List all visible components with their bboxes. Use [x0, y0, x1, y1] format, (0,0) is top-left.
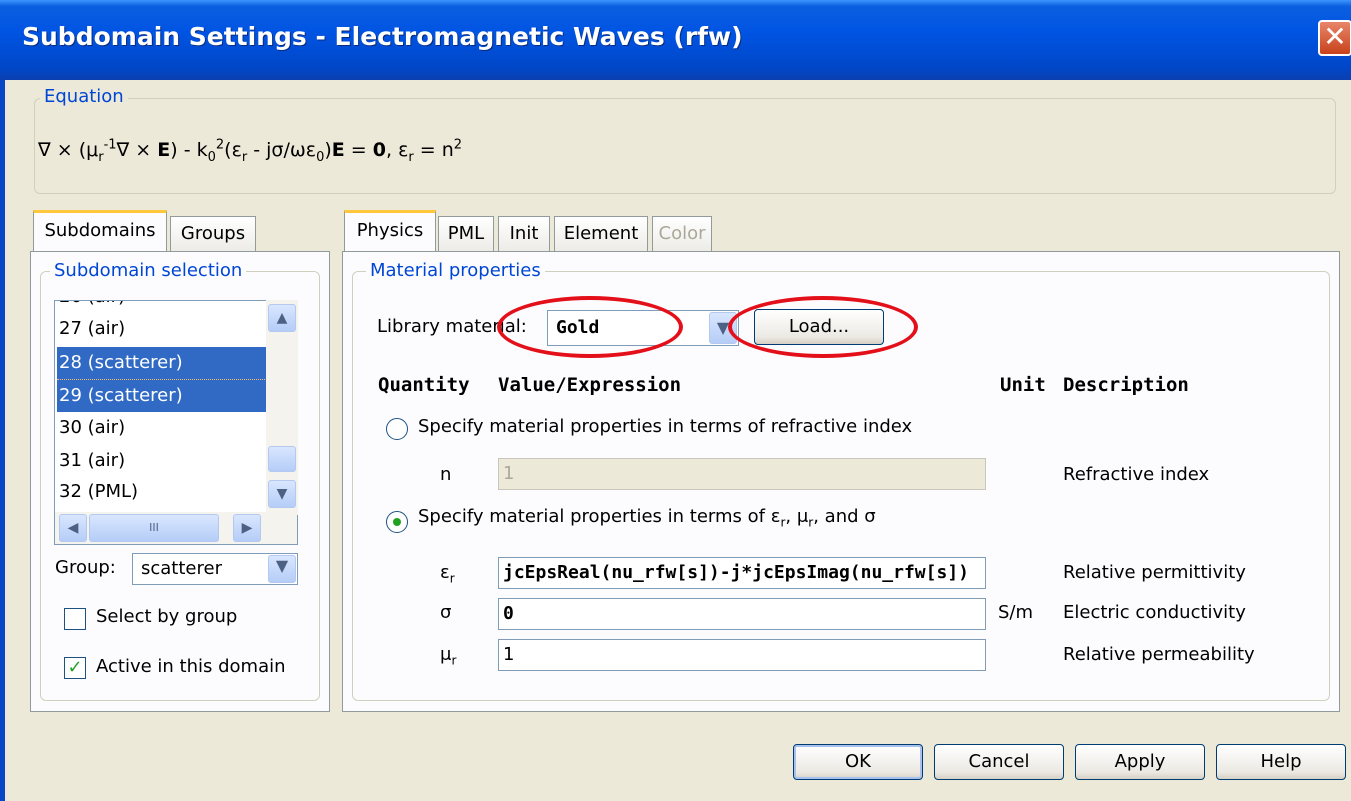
- material-properties-label: Material properties: [366, 260, 545, 281]
- scroll-thumb-horizontal[interactable]: III: [89, 514, 219, 542]
- list-item[interactable]: 31 (air): [57, 445, 269, 477]
- tab-groups[interactable]: Groups: [170, 216, 256, 252]
- sigma-unit: S/m: [998, 602, 1034, 623]
- eps-mu-sigma-radio[interactable]: [386, 511, 408, 533]
- sigma-description: Electric conductivity: [1063, 602, 1246, 623]
- vertical-scrollbar[interactable]: ▲ ▼: [266, 300, 298, 515]
- n-description: Refractive index: [1063, 464, 1210, 485]
- n-symbol: n: [440, 464, 452, 485]
- refractive-index-radio[interactable]: [386, 418, 408, 440]
- subdomain-selection-label: Subdomain selection: [50, 260, 247, 281]
- list-item[interactable]: 28 (scatterer): [57, 347, 269, 380]
- eps-option-text: Specify material properties in terms of …: [418, 506, 781, 527]
- library-material-dropdown[interactable]: Gold ▼: [547, 310, 739, 346]
- ok-button[interactable]: OK: [793, 744, 923, 780]
- tab-init[interactable]: Init: [498, 216, 550, 252]
- scroll-thumb[interactable]: [268, 446, 296, 472]
- header-description: Description: [1063, 374, 1189, 396]
- title-bar[interactable]: Subdomain Settings - Electromagnetic Wav…: [0, 0, 1351, 80]
- window-title: Subdomain Settings - Electromagnetic Wav…: [22, 22, 743, 51]
- header-unit: Unit: [1000, 374, 1046, 396]
- close-icon[interactable]: ✕: [1318, 20, 1351, 56]
- refractive-index-option-label: Specify material properties in terms of …: [418, 416, 913, 437]
- header-value: Value/Expression: [498, 374, 682, 396]
- sigma-symbol: σ: [440, 602, 452, 623]
- chevron-down-icon[interactable]: ▼: [268, 555, 296, 583]
- equation-text: ∇ × (μr-1∇ × E) - k02(εr - jσ/ωε0)E = 0,…: [38, 138, 463, 166]
- n-input: 1: [498, 458, 986, 490]
- help-button[interactable]: Help: [1216, 744, 1346, 780]
- active-in-domain-label: Active in this domain: [96, 656, 286, 677]
- mu-description: Relative permeability: [1063, 644, 1255, 665]
- scroll-up-icon[interactable]: ▲: [268, 304, 296, 332]
- horizontal-scrollbar[interactable]: ◀ III ▶: [55, 512, 297, 544]
- group-dropdown[interactable]: scatterer ▼: [132, 553, 298, 585]
- mu-input[interactable]: 1: [498, 639, 986, 671]
- window-border: [0, 80, 5, 801]
- group-label: Group:: [55, 557, 116, 578]
- library-material-value: Gold: [556, 317, 600, 338]
- tab-color: Color: [652, 216, 712, 252]
- eps-input[interactable]: jcEpsReal(nu_rfw[s])-j*jcEpsImag(nu_rfw[…: [498, 557, 986, 589]
- select-by-group-label: Select by group: [96, 606, 238, 627]
- scroll-right-icon[interactable]: ▶: [233, 514, 261, 542]
- tab-pml[interactable]: PML: [438, 216, 494, 252]
- equation-group-label: Equation: [40, 86, 128, 107]
- cancel-button[interactable]: Cancel: [934, 744, 1064, 780]
- subdomain-list[interactable]: 26 (air) 27 (air) 28 (scatterer) 29 (sca…: [54, 300, 298, 545]
- library-material-label: Library material:: [377, 316, 527, 337]
- list-item[interactable]: 30 (air): [57, 412, 269, 444]
- tab-physics[interactable]: Physics: [344, 210, 436, 252]
- dialog-window: Subdomain Settings - Electromagnetic Wav…: [0, 0, 1351, 801]
- mu-symbol: μr: [440, 644, 457, 668]
- scroll-down-icon[interactable]: ▼: [268, 480, 296, 508]
- eps-mu-sigma-option-label: Specify material properties in terms of …: [418, 506, 876, 530]
- select-by-group-checkbox[interactable]: [64, 608, 86, 630]
- list-item[interactable]: 29 (scatterer): [57, 380, 269, 412]
- apply-button[interactable]: Apply: [1075, 744, 1205, 780]
- list-item[interactable]: 32 (PML): [57, 476, 269, 508]
- tab-element[interactable]: Element: [554, 216, 648, 252]
- list-item[interactable]: 27 (air): [57, 313, 269, 345]
- sigma-input[interactable]: 0: [498, 598, 986, 630]
- group-value: scatterer: [141, 558, 222, 579]
- scroll-left-icon[interactable]: ◀: [59, 514, 87, 542]
- tab-subdomains[interactable]: Subdomains: [33, 210, 167, 252]
- eps-description: Relative permittivity: [1063, 562, 1246, 583]
- load-button[interactable]: Load...: [754, 309, 884, 345]
- eps-symbol: εr: [440, 562, 455, 586]
- list-item[interactable]: 26 (air): [57, 301, 269, 313]
- active-in-domain-checkbox[interactable]: ✓: [64, 657, 86, 679]
- header-quantity: Quantity: [378, 374, 470, 396]
- chevron-down-icon[interactable]: ▼: [709, 312, 737, 344]
